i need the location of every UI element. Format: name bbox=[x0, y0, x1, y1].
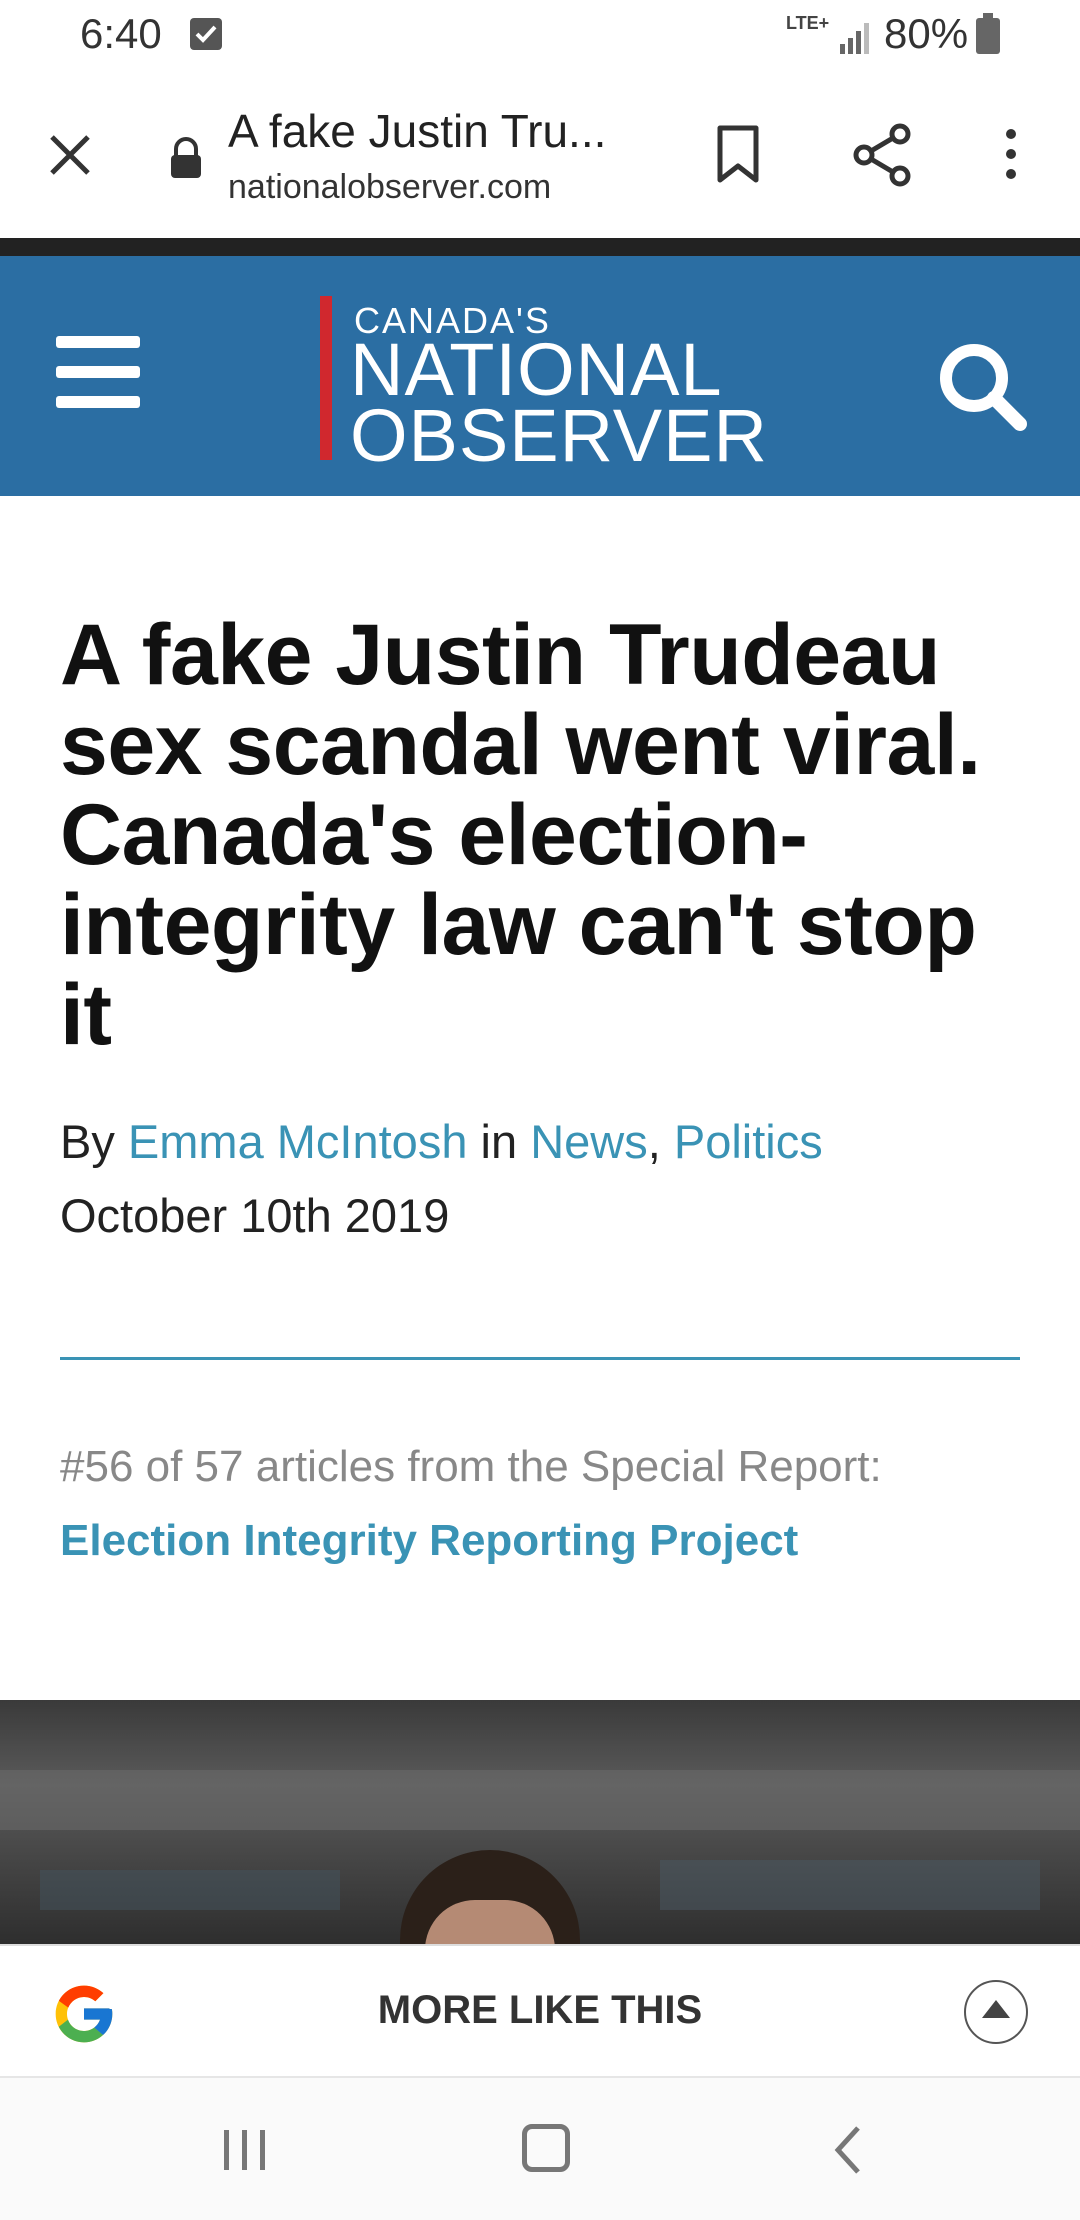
byline: By Emma McIntosh in News, Politics bbox=[60, 1114, 823, 1169]
article-date: October 10th 2019 bbox=[60, 1189, 450, 1242]
more-like-this-label: MORE LIKE THIS bbox=[377, 1988, 703, 2032]
bookmark-icon[interactable] bbox=[712, 122, 764, 191]
share-icon[interactable] bbox=[850, 122, 916, 193]
site-header: CANADA'S NATIONAL OBSERVER bbox=[0, 256, 1080, 496]
checkbox-notification-icon bbox=[190, 18, 222, 50]
special-report-link[interactable]: Election Integrity Reporting Project bbox=[60, 1516, 798, 1566]
logo-line2: OBSERVER bbox=[350, 394, 768, 477]
back-icon[interactable] bbox=[832, 2124, 864, 2181]
lock-icon bbox=[168, 136, 204, 185]
signal-icon bbox=[838, 20, 874, 59]
byline-in: in bbox=[480, 1115, 518, 1168]
byline-comma: , bbox=[647, 1115, 661, 1168]
series-meta: #56 of 57 articles from the Special Repo… bbox=[60, 1442, 882, 1491]
battery-icon bbox=[976, 13, 1000, 54]
page-url[interactable]: nationalobserver.com bbox=[228, 168, 551, 207]
logo-red-bar bbox=[320, 296, 332, 460]
status-bar: 6:40 LTE+ 80% bbox=[0, 0, 1080, 72]
home-icon[interactable] bbox=[522, 2124, 570, 2172]
more-like-this-bar[interactable]: MORE LIKE THIS bbox=[0, 1944, 1080, 2078]
battery-percent: 80% bbox=[884, 10, 969, 57]
status-time: 6:40 bbox=[80, 10, 162, 57]
search-icon[interactable] bbox=[936, 340, 1028, 437]
hamburger-menu-icon[interactable] bbox=[56, 336, 140, 408]
page-title[interactable]: A fake Justin Tru... bbox=[228, 104, 606, 158]
more-vert-icon[interactable] bbox=[990, 126, 1032, 187]
close-icon[interactable] bbox=[42, 127, 98, 183]
category-link-politics[interactable]: Politics bbox=[674, 1115, 823, 1168]
recent-apps-icon[interactable] bbox=[222, 2128, 268, 2177]
expand-up-icon[interactable] bbox=[964, 1980, 1028, 2044]
custom-tab-toolbar: A fake Justin Tru... nationalobserver.co… bbox=[0, 72, 1080, 238]
toolbar-divider bbox=[0, 238, 1080, 256]
article-hero-image bbox=[0, 1700, 1080, 1944]
category-link-news[interactable]: News bbox=[530, 1115, 648, 1168]
divider bbox=[60, 1357, 1020, 1360]
network-type: LTE+ bbox=[786, 13, 830, 33]
byline-by: By bbox=[60, 1115, 115, 1168]
article-headline: A fake Justin Trudeau sex scandal went v… bbox=[60, 607, 981, 1063]
author-link[interactable]: Emma McIntosh bbox=[128, 1115, 468, 1168]
system-nav-bar bbox=[0, 2078, 1080, 2220]
